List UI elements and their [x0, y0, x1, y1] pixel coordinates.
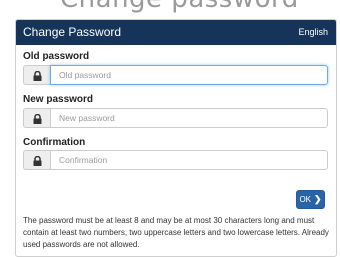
confirmation-label: Confirmation [23, 137, 86, 148]
lock-icon [33, 156, 42, 166]
language-link[interactable]: English [298, 27, 328, 37]
confirmation-group [23, 150, 328, 170]
confirmation-input[interactable] [50, 150, 328, 170]
panel-title: Change Password [23, 25, 122, 39]
ok-button-label: OK [299, 195, 311, 204]
old-password-group [23, 65, 328, 85]
new-password-input[interactable] [50, 108, 328, 128]
new-password-label: New password [23, 94, 94, 105]
chevron-right-icon: ❯ [314, 194, 322, 204]
page-heading-text: Change password [60, 0, 299, 14]
old-password-input[interactable] [50, 65, 328, 85]
confirmation-addon [23, 150, 50, 170]
password-rules-text: The password must be at least 8 and may … [23, 216, 329, 249]
old-password-addon [23, 65, 50, 85]
change-password-panel: Change Password English Old password New… [15, 19, 337, 257]
new-password-group [23, 108, 328, 128]
page-heading-cut: Change password [0, 0, 340, 14]
ok-button[interactable]: OK ❯ [296, 190, 325, 209]
lock-icon [33, 114, 42, 124]
panel-header: Change Password English [16, 20, 336, 45]
old-password-label: Old password [23, 51, 90, 62]
lock-icon [33, 71, 42, 81]
new-password-addon [23, 108, 50, 128]
